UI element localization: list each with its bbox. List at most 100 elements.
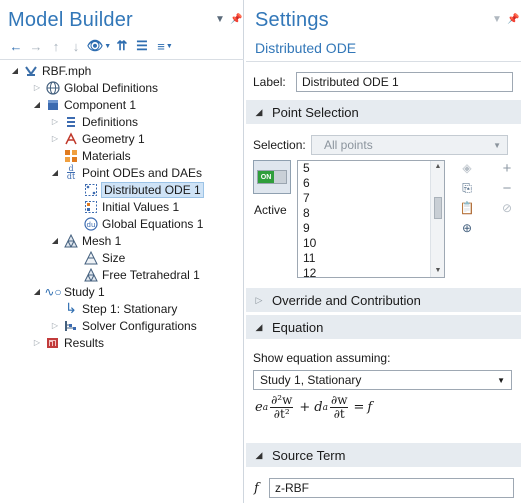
tree-node-global-definitions[interactable]: ▷ Global Definitions	[32, 79, 158, 96]
collapse-icon[interactable]: ◢	[50, 236, 60, 245]
component-icon	[45, 98, 61, 112]
free-tetrahedral-icon	[83, 267, 99, 282]
list-item[interactable]: 10	[298, 236, 444, 251]
list-scrollbar[interactable]: ▲ ▼	[430, 161, 444, 277]
expand-icon[interactable]: ▷	[32, 338, 42, 347]
model-builder-pane: Model Builder ▼ 📌 ← → ↑ ↓ 👁 ▼ ⇈ ☰ ≡ ▼ ◢ RB…	[0, 0, 244, 503]
mesh-icon	[63, 233, 79, 248]
tree-node-distributed-ode-1[interactable]: Distributed ODE 1	[80, 181, 204, 198]
tree-node-geometry-1[interactable]: ▷ Geometry 1	[50, 130, 145, 147]
study-step-icon: ↳	[65, 300, 77, 316]
expand-arrow-icon: ▷	[255, 294, 263, 305]
source-f-label: f	[254, 481, 259, 496]
collapse-arrow-icon: ◢	[255, 106, 263, 117]
tree-node-rbf-mph[interactable]: ◢ RBF.mph	[10, 62, 91, 79]
settings-divider	[246, 61, 521, 62]
list-item[interactable]: 11	[298, 251, 444, 266]
svg-text:du: du	[87, 221, 96, 229]
select-graphics-icon[interactable]: ◈	[459, 160, 475, 176]
list-item[interactable]: 5	[298, 161, 444, 176]
expand-icon[interactable]: ▷	[32, 83, 42, 92]
tree-node-definitions[interactable]: ▷ Definitions	[50, 113, 138, 130]
copy-icon[interactable]: ⎘	[459, 180, 475, 196]
study-dropdown[interactable]: Study 1, Stationary ▼	[253, 370, 512, 390]
label-caption: Label:	[253, 75, 286, 89]
show-equation-caption: Show equation assuming:	[253, 351, 391, 365]
source-term-section-header[interactable]: ◢ Source Term	[246, 443, 521, 467]
settings-subtitle: Distributed ODE	[255, 40, 357, 56]
tree-node-global-equations-1[interactable]: du Global Equations 1	[80, 215, 203, 232]
scroll-down-icon[interactable]: ▼	[431, 265, 444, 277]
collapse-icon[interactable]: ◢	[10, 66, 20, 75]
tree-node-component-1[interactable]: ◢ Component 1	[32, 96, 136, 113]
remove-icon[interactable]: −	[499, 180, 515, 197]
tree-node-mesh-1[interactable]: ◢ Mesh 1	[50, 232, 121, 249]
initial-values-icon	[83, 200, 99, 214]
expand-icon[interactable]: ▷	[50, 117, 60, 126]
scroll-thumb[interactable]	[434, 197, 442, 219]
tree-node-initial-values-1[interactable]: Initial Values 1	[80, 198, 179, 215]
label-field[interactable]: Distributed ODE 1	[296, 72, 513, 92]
pin-icon[interactable]: 📌	[507, 14, 519, 25]
on-off-switch-icon: ON	[257, 170, 287, 184]
tree-node-free-tetrahedral-1[interactable]: Free Tetrahedral 1	[80, 266, 200, 283]
active-toggle-button[interactable]: ON	[253, 160, 291, 194]
selection-caption: Selection:	[253, 138, 306, 152]
move-up-icon[interactable]: ↑	[46, 38, 66, 54]
tree-node-solver-configurations[interactable]: ▷ Solver Configurations	[50, 317, 197, 334]
collapse-arrow-icon: ◢	[255, 321, 263, 332]
selection-dropdown[interactable]: All points ▼	[311, 135, 508, 155]
collapse-icon[interactable]: ◢	[32, 100, 42, 109]
active-label: Active	[254, 203, 287, 217]
clear-selection-icon[interactable]: ⊘	[499, 200, 515, 216]
settings-pane: Settings ▼ 📌 Distributed ODE Label: Dist…	[246, 0, 521, 503]
ode-interface-icon: d dt	[66, 164, 76, 181]
study-icon: ∿○	[44, 284, 62, 299]
global-equations-icon: du	[83, 216, 99, 231]
list-item[interactable]: 8	[298, 206, 444, 221]
model-builder-title: Model Builder	[8, 9, 133, 31]
source-term-field[interactable]: z-RBF	[269, 478, 514, 498]
tree-node-results[interactable]: ▷ Results	[32, 334, 104, 351]
tree-node-size[interactable]: Size	[80, 249, 125, 266]
point-selection-section-header[interactable]: ◢ Point Selection	[246, 100, 521, 124]
solver-icon	[63, 319, 79, 333]
back-arrow-icon[interactable]: ←	[6, 38, 26, 54]
settings-title: Settings	[255, 9, 329, 31]
expand-icon[interactable]: ▷	[50, 134, 60, 143]
expand-icon[interactable]: ▷	[50, 321, 60, 330]
tree-node-point-odes[interactable]: ◢ d dt Point ODEs and DAEs	[50, 164, 202, 181]
tree-node-step-1-stationary[interactable]: ↳ Step 1: Stationary	[60, 300, 177, 317]
pane-menu-icon[interactable]: ▼	[215, 14, 225, 25]
toolbar-divider	[0, 59, 244, 60]
results-icon	[45, 336, 61, 350]
add-icon[interactable]: +	[499, 160, 515, 177]
list-view-icon[interactable]: ≡ ▼	[152, 38, 178, 54]
chevron-down-icon: ▼	[497, 375, 505, 385]
list-item[interactable]: 6	[298, 176, 444, 191]
equation-formula: ea ∂²w ∂t² + da ∂w ∂t = f	[255, 393, 373, 421]
pane-menu-icon[interactable]: ▼	[492, 14, 502, 25]
zoom-to-selection-icon[interactable]: ⊕	[459, 220, 475, 236]
pin-icon[interactable]: 📌	[230, 14, 242, 25]
forward-arrow-icon[interactable]: →	[26, 38, 46, 54]
scroll-up-icon[interactable]: ▲	[431, 161, 444, 173]
list-item[interactable]: 12	[298, 266, 444, 277]
selection-row: Selection: All points ▼	[253, 135, 508, 155]
show-more-options-icon[interactable]: 👁 ▼	[86, 38, 112, 54]
tree-node-materials[interactable]: Materials	[60, 147, 131, 164]
collapse-icon[interactable]: ◢	[50, 168, 60, 177]
geometry-icon	[63, 131, 79, 146]
move-down-icon[interactable]: ↓	[66, 38, 86, 54]
override-section-header[interactable]: ▷ Override and Contribution	[246, 288, 521, 312]
chevron-down-icon: ▼	[493, 140, 501, 150]
point-selection-list[interactable]: 5 6 7 8 9 10 11 12 ▲ ▼	[297, 160, 445, 278]
tree-node-study-1[interactable]: ◢ ∿○ Study 1	[32, 283, 105, 300]
collapse-icon[interactable]: ◢	[32, 287, 42, 296]
paste-icon[interactable]: 📋	[459, 200, 475, 216]
collapse-all-icon[interactable]: ⇈	[112, 38, 132, 54]
equation-section-header[interactable]: ◢ Equation	[246, 315, 521, 339]
list-item[interactable]: 7	[298, 191, 444, 206]
expand-all-icon[interactable]: ☰	[132, 38, 152, 54]
list-item[interactable]: 9	[298, 221, 444, 236]
